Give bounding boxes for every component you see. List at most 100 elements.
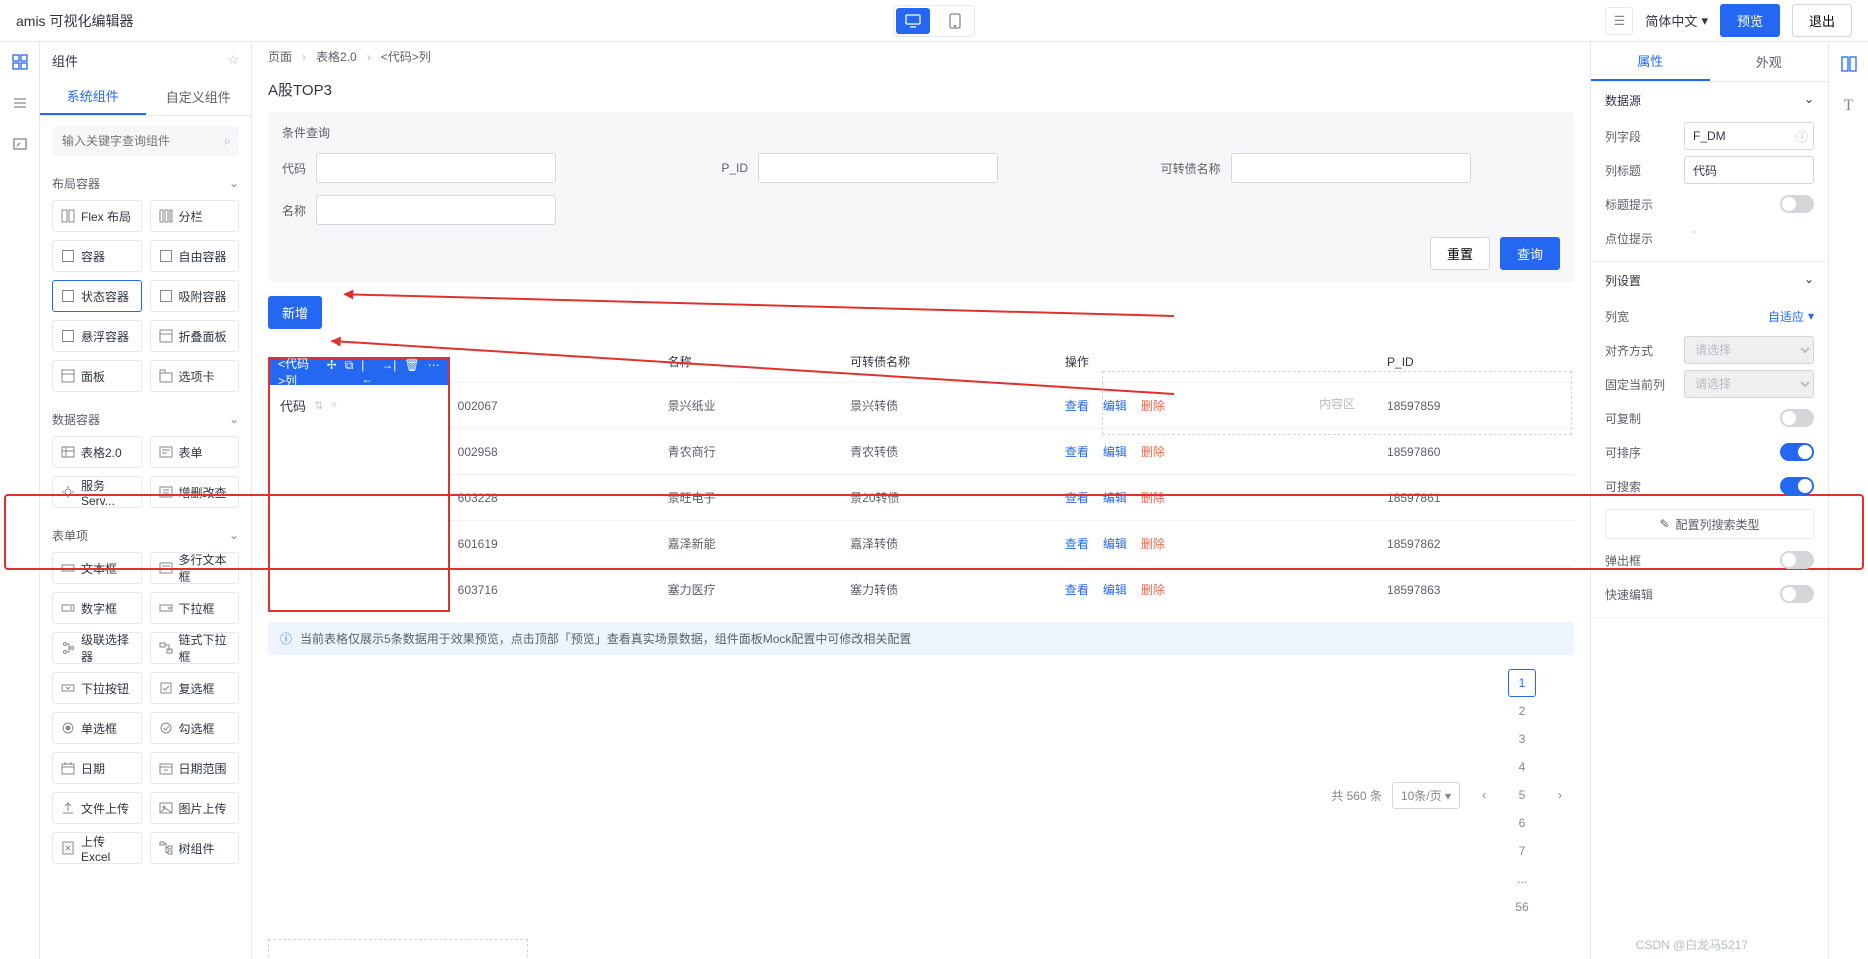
component-复选框[interactable]: 复选框 [150, 672, 240, 704]
copy-switch[interactable] [1780, 409, 1814, 427]
reset-button[interactable]: 重置 [1430, 237, 1490, 270]
tab-property[interactable]: 属性 [1591, 42, 1710, 81]
query-button[interactable]: 查询 [1500, 237, 1560, 270]
op-delete[interactable]: 删除 [1141, 445, 1165, 459]
preview-tip: 当前表格仅展示5条数据用于效果预览，点击顶部「预览」查看真实场景数据，组件面板M… [300, 630, 911, 647]
page-1[interactable]: 1 [1508, 669, 1536, 697]
component-文件上传[interactable]: 文件上传 [52, 792, 142, 824]
preview-button[interactable]: 预览 [1720, 4, 1780, 37]
fix-select[interactable]: 请选择 [1684, 370, 1814, 398]
component-面板[interactable]: 面板 [52, 360, 142, 392]
info-icon[interactable]: ⓘ [1796, 128, 1808, 145]
component-自由容器[interactable]: 自由容器 [150, 240, 240, 272]
rightrail-settings-icon[interactable] [1841, 56, 1857, 75]
align-select[interactable]: 请选择 [1684, 336, 1814, 364]
placeholder-content[interactable]: 内容区 [268, 939, 528, 959]
component-折叠面板[interactable]: 折叠面板 [150, 320, 240, 352]
op-view[interactable]: 查看 [1065, 399, 1089, 413]
op-view[interactable]: 查看 [1065, 583, 1089, 597]
component-表单[interactable]: 表单 [150, 436, 240, 468]
search-icon[interactable]: ⌕ [331, 399, 337, 412]
chevron-down-icon[interactable]: ⌄ [1804, 92, 1814, 109]
component-容器[interactable]: 容器 [52, 240, 142, 272]
component-数字框[interactable]: 数字框 [52, 592, 142, 624]
lang-select[interactable]: 简体中文▾ [1645, 11, 1708, 30]
filter-名称-input[interactable] [316, 195, 556, 225]
tab-system-components[interactable]: 系统组件 [40, 78, 146, 115]
tool-more-icon[interactable]: ⋯ [428, 358, 440, 386]
page-...[interactable]: ... [1508, 865, 1536, 893]
page-4[interactable]: 4 [1508, 753, 1536, 781]
tool-copy-icon[interactable]: ⧉ [345, 358, 354, 386]
desktop-icon[interactable] [896, 8, 930, 34]
rail-components-icon[interactable] [12, 54, 28, 73]
tool-delete-icon[interactable]: 🗑 [404, 358, 419, 386]
exit-button[interactable]: 退出 [1792, 4, 1852, 37]
op-edit[interactable]: 编辑 [1103, 445, 1127, 459]
chevron-down-icon[interactable]: ⌄ [229, 176, 239, 190]
component-图片上传[interactable]: 图片上传 [150, 792, 240, 824]
placeholder-slot[interactable]: 内容区 [1102, 371, 1572, 435]
search-icon[interactable]: ⌕ [224, 133, 231, 149]
add-button[interactable]: 新增 [268, 296, 322, 329]
col-title-input[interactable] [1684, 156, 1814, 184]
page-5[interactable]: 5 [1508, 781, 1536, 809]
component-Flex 布局[interactable]: Flex 布局 [52, 200, 142, 232]
quickedit-switch[interactable] [1780, 585, 1814, 603]
pin-icon[interactable]: ☆ [227, 52, 239, 68]
mobile-icon[interactable] [938, 8, 972, 34]
component-链式下拉框[interactable]: 链式下拉框 [150, 632, 240, 664]
component-勾选框[interactable]: 勾选框 [150, 712, 240, 744]
component-下拉框[interactable]: 下拉框 [150, 592, 240, 624]
component-下拉按钮[interactable]: 下拉按钮 [52, 672, 142, 704]
title-tip-switch[interactable] [1780, 195, 1814, 213]
sort-icon[interactable]: ⇅ [314, 399, 323, 412]
page-2[interactable]: 2 [1508, 697, 1536, 725]
tool-left-icon[interactable]: |← [361, 358, 373, 386]
page-next[interactable]: › [1546, 781, 1574, 809]
page-3[interactable]: 3 [1508, 725, 1536, 753]
rightrail-text-icon[interactable]: T [1844, 97, 1854, 115]
component-日期[interactable]: 日期 [52, 752, 142, 784]
component-单选框[interactable]: 单选框 [52, 712, 142, 744]
col-header-bond[interactable]: 可转债名称 [840, 341, 1055, 383]
rail-outline-icon[interactable] [12, 95, 28, 114]
chevron-down-icon[interactable]: ⌄ [229, 412, 239, 426]
sort-switch[interactable] [1780, 443, 1814, 461]
page-6[interactable]: 6 [1508, 809, 1536, 837]
page-56[interactable]: 56 [1508, 893, 1536, 921]
component-search-input[interactable] [52, 126, 239, 156]
rail-code-icon[interactable] [12, 136, 28, 155]
tool-right-icon[interactable]: →| [381, 358, 396, 386]
popup-switch[interactable] [1780, 551, 1814, 569]
component-分栏[interactable]: 分栏 [150, 200, 240, 232]
tool-move-icon[interactable]: ✢ [327, 358, 337, 386]
col-header-code[interactable]: 代码 [280, 396, 306, 415]
component-吸附容器[interactable]: 吸附容器 [150, 280, 240, 312]
col-width-select[interactable]: 自适应▾ [1768, 308, 1814, 325]
op-delete[interactable]: 删除 [1141, 583, 1165, 597]
filter-P_ID-input[interactable] [758, 153, 998, 183]
selected-col-badge: <代码>列 [278, 355, 315, 389]
international-icon[interactable]: ☰ [1605, 7, 1633, 35]
search-switch[interactable] [1780, 477, 1814, 495]
op-edit[interactable]: 编辑 [1103, 583, 1127, 597]
component-状态容器[interactable]: 状态容器 [52, 280, 142, 312]
tab-custom-components[interactable]: 自定义组件 [146, 78, 252, 115]
op-view[interactable]: 查看 [1065, 445, 1089, 459]
component-日期范围[interactable]: 日期范围 [150, 752, 240, 784]
component-树组件[interactable]: 树组件 [150, 832, 240, 864]
component-级联选择器[interactable]: 级联选择器 [52, 632, 142, 664]
col-field-input[interactable] [1684, 122, 1814, 150]
component-上传 Excel[interactable]: 上传 Excel [52, 832, 142, 864]
component-表格2.0[interactable]: 表格2.0 [52, 436, 142, 468]
page-size-select[interactable]: 10条/页 ▾ [1392, 782, 1460, 809]
page-7[interactable]: 7 [1508, 837, 1536, 865]
component-悬浮容器[interactable]: 悬浮容器 [52, 320, 142, 352]
filter-代码-input[interactable] [316, 153, 556, 183]
tab-appearance[interactable]: 外观 [1710, 42, 1829, 81]
filter-可转债名称-input[interactable] [1231, 153, 1471, 183]
chevron-down-icon[interactable]: ⌄ [1804, 272, 1814, 289]
component-选项卡[interactable]: 选项卡 [150, 360, 240, 392]
page-prev[interactable]: ‹ [1470, 781, 1498, 809]
